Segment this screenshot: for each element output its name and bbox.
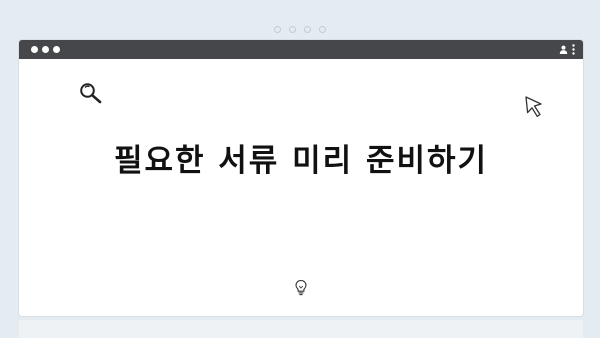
window-dot-close[interactable] xyxy=(31,46,38,53)
search-icon[interactable] xyxy=(79,82,103,104)
titlebar-actions xyxy=(559,44,575,55)
window-titlebar xyxy=(19,40,583,59)
kebab-menu-icon[interactable] xyxy=(572,44,575,55)
user-icon[interactable] xyxy=(559,45,568,54)
page-title: 필요한 서류 미리 준비하기 xyxy=(113,143,489,179)
lightbulb-icon xyxy=(295,279,307,296)
pagination-dot xyxy=(304,26,311,33)
window-shadow-strip xyxy=(19,320,583,338)
pagination-dot xyxy=(274,26,281,33)
top-pagination-dots xyxy=(0,26,600,33)
pagination-dot xyxy=(289,26,296,33)
cursor-icon xyxy=(525,96,542,117)
window-controls xyxy=(31,46,60,53)
window-dot-maximize[interactable] xyxy=(53,46,60,53)
browser-window: 필요한 서류 미리 준비하기 xyxy=(19,40,583,316)
window-dot-minimize[interactable] xyxy=(42,46,49,53)
pagination-dot xyxy=(319,26,326,33)
